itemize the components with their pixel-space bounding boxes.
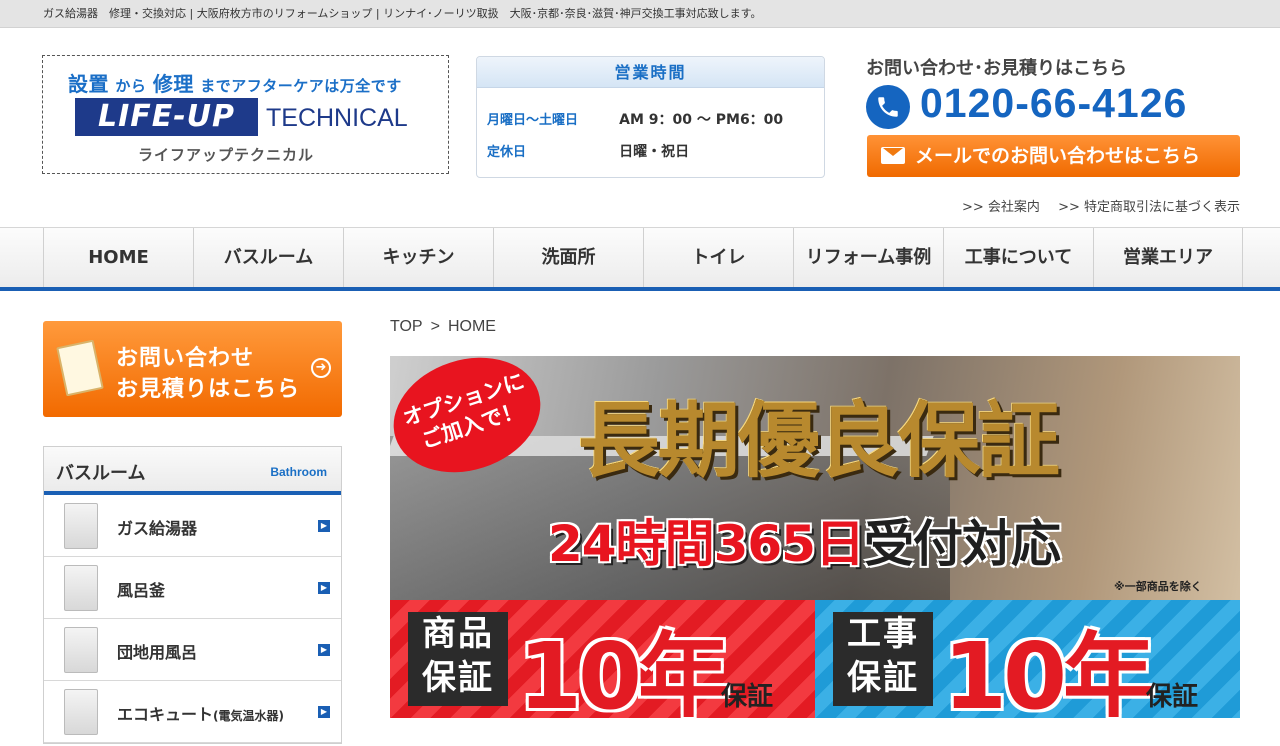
site-logo[interactable]: 設置 から 修理 までアフターケアは万全です LIFE-UP TECHNICAL…: [42, 55, 449, 174]
phone-icon: [866, 85, 910, 129]
hours-row-value: 日曜・祝日: [619, 144, 690, 160]
logo-sub-text: TECHNICAL: [266, 104, 408, 132]
construction-warranty-label: 工事 保証: [833, 612, 933, 706]
apartment-bath-image: [64, 627, 98, 673]
item-label-text: 団地用風呂: [117, 643, 198, 662]
commerce-law-link[interactable]: >> 特定商取引法に基づく表示: [1058, 200, 1240, 215]
warranty-banner[interactable]: オプションに ご加入で！ 長期優良保証 24時間365日受付対応 ※一部商品を除…: [390, 356, 1240, 718]
bathroom-menu-title: バスルーム: [56, 463, 146, 484]
chevron-right-icon: ▶: [318, 706, 330, 718]
item-label-text: ガス給湯器: [117, 519, 198, 538]
ecocute-image: [64, 689, 98, 735]
tagline-repair: 修理: [152, 72, 194, 96]
sidebar-contact-line1: お問い合わせ: [116, 346, 255, 371]
banner-sub-red: 24時間365日: [548, 515, 865, 573]
bathroom-menu-subtitle: Bathroom: [270, 465, 327, 479]
item-label-text: エコキュート: [117, 705, 214, 724]
hours-row-label: 月曜日〜土曜日: [487, 113, 579, 128]
nav-item-kitchen[interactable]: キッチン: [343, 228, 493, 288]
nav-item-construction[interactable]: 工事について: [943, 228, 1093, 288]
construction-warranty-label-2: 保証: [847, 658, 919, 698]
bathroom-menu-item-water-heater[interactable]: ガス給湯器 ▶: [44, 495, 341, 557]
hours-row-label: 定休日: [487, 145, 527, 160]
construction-warranty-panel: 工事 保証 10年 保証: [815, 600, 1240, 718]
bath-boiler-image: [64, 565, 98, 611]
bathroom-menu-item-bath-boiler[interactable]: 風呂釜 ▶: [44, 557, 341, 619]
mail-contact-button[interactable]: メールでのお問い合わせはこちら: [867, 135, 1240, 177]
breadcrumb-separator: >: [430, 318, 440, 335]
product-warranty-label: 商品 保証: [408, 612, 508, 706]
sidebar-contact-line2: お見積りはこちら: [116, 377, 301, 402]
business-hours-title: 営業時間: [477, 57, 824, 88]
bathroom-menu-item-apartment-bath[interactable]: 団地用風呂 ▶: [44, 619, 341, 681]
item-label-note: (電気温水器): [213, 709, 284, 723]
tagline-rest: までアフターケアは万全です: [200, 77, 402, 95]
hours-row-weekday: 月曜日〜土曜日 AM 9：00 〜 PM6：00: [487, 109, 783, 129]
construction-warranty-label-1: 工事: [847, 614, 919, 654]
global-nav: HOME バスルーム キッチン 洗面所 トイレ リフォーム事例 工事について 営…: [0, 227, 1280, 288]
breadcrumb: TOP > HOME: [390, 318, 504, 336]
bathroom-menu-item-label: エコキュート(電気温水器): [117, 701, 284, 725]
hours-row-holiday: 定休日 日曜・祝日: [487, 141, 689, 161]
business-hours-box: 営業時間 月曜日〜土曜日 AM 9：00 〜 PM6：00 定休日 日曜・祝日: [476, 56, 825, 178]
construction-warranty-suffix: 保証: [1145, 682, 1198, 712]
product-warranty-panel: 商品 保証 10年 保証: [390, 600, 815, 718]
product-warranty-years: 10年: [518, 623, 730, 718]
nav-item-home[interactable]: HOME: [43, 228, 193, 288]
company-info-link[interactable]: >> 会社案内: [962, 200, 1040, 215]
tagline-install: 設置: [68, 72, 109, 96]
nav-item-bathroom[interactable]: バスルーム: [193, 228, 343, 288]
banner-note: ※一部商品を除く: [1114, 580, 1202, 593]
breadcrumb-top-link[interactable]: TOP: [390, 318, 423, 335]
item-label-text: 風呂釜: [117, 581, 166, 600]
chevron-right-icon: ▶: [318, 520, 330, 532]
banner-subheadline: 24時間365日受付対応: [548, 504, 1061, 576]
tagline-from: から: [115, 77, 147, 95]
envelope-icon: [881, 147, 905, 164]
nav-underline: [0, 287, 1280, 291]
arrow-right-icon: ➜: [311, 358, 331, 378]
nav-item-area[interactable]: 営業エリア: [1093, 228, 1243, 288]
logo-kana-text: ライフアップテクニカル: [138, 146, 315, 164]
logo-tagline: 設置 から 修理 までアフターケアは万全です: [68, 68, 402, 97]
chevron-right-icon: ▶: [318, 582, 330, 594]
product-warranty-label-2: 保証: [422, 658, 494, 698]
bathroom-menu-item-ecocute[interactable]: エコキュート(電気温水器) ▶: [44, 681, 341, 743]
top-info-bar: ガス給湯器 修理・交換対応 | 大阪府枚方市のリフォームショップ | リンナイ･…: [0, 0, 1280, 28]
chevron-right-icon: ▶: [318, 644, 330, 656]
phone-number-link[interactable]: 0120-66-4126: [920, 80, 1187, 127]
product-warranty-suffix: 保証: [720, 682, 773, 712]
bathroom-menu-header: バスルーム Bathroom: [44, 447, 341, 495]
top-info-text: ガス給湯器 修理・交換対応 | 大阪府枚方市のリフォームショップ | リンナイ･…: [43, 7, 762, 20]
nav-item-cases[interactable]: リフォーム事例: [793, 228, 943, 288]
hours-row-value: AM 9：00 〜 PM6：00: [619, 112, 784, 128]
nav-item-washroom[interactable]: 洗面所: [493, 228, 643, 288]
bathroom-menu-item-label: 風呂釜: [117, 577, 165, 601]
utility-links: >> 会社案内 >> 特定商取引法に基づく表示: [948, 196, 1240, 215]
mail-contact-label: メールでのお問い合わせはこちら: [915, 145, 1201, 167]
construction-warranty-years: 10年: [943, 623, 1155, 718]
sidebar-contact-button[interactable]: お問い合わせ お見積りはこちら ➜: [43, 321, 342, 417]
water-heater-image: [64, 503, 98, 549]
memo-pencil-icon: [56, 339, 104, 397]
logo-main-text: LIFE-UP: [75, 98, 258, 136]
bathroom-menu-item-label: ガス給湯器: [117, 515, 197, 539]
bathroom-menu: バスルーム Bathroom ガス給湯器 ▶ 風呂釜 ▶ 団地用風呂 ▶ エコキ…: [43, 446, 342, 744]
banner-sub-dark: 受付対応: [863, 515, 1061, 573]
banner-headline: 長期優良保証: [578, 374, 1060, 493]
product-warranty-label-1: 商品: [422, 614, 494, 654]
bathroom-menu-item-label: 団地用風呂: [117, 639, 197, 663]
breadcrumb-current: HOME: [447, 318, 496, 335]
nav-item-toilet[interactable]: トイレ: [643, 228, 793, 288]
contact-label: お問い合わせ･お見積りはこちら: [866, 58, 1127, 79]
